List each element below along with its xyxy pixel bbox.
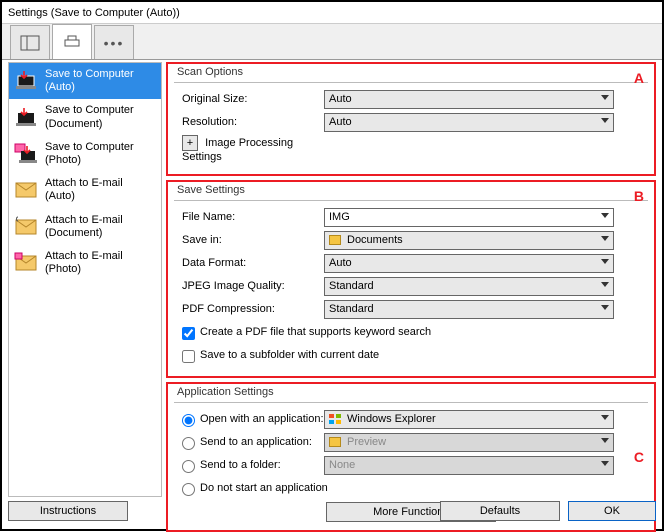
- send-to-folder-radio[interactable]: [182, 460, 195, 473]
- sidebar-item-label: Save to Computer (Document): [45, 104, 155, 130]
- tabstrip: •••: [2, 24, 662, 60]
- annotation-c: C: [634, 449, 644, 465]
- save-legend: Save Settings: [174, 184, 248, 196]
- sidebar-item-save-auto[interactable]: Save to Computer (Auto): [9, 63, 161, 99]
- dataformat-label: Data Format:: [174, 257, 324, 269]
- pdf-keyword-checkbox[interactable]: [182, 327, 195, 340]
- chevron-down-icon: [601, 282, 609, 287]
- sidebar-item-save-photo[interactable]: Save to Computer (Photo): [9, 136, 161, 172]
- laptop-down-photo-icon: [15, 144, 39, 164]
- titlebar: Settings (Save to Computer (Auto)): [2, 2, 662, 24]
- folder-icon: [329, 235, 341, 245]
- filename-label: File Name:: [174, 211, 324, 223]
- subfolder-date-label: Save to a subfolder with current date: [200, 349, 379, 361]
- sidebar-item-email-auto[interactable]: Attach to E-mail (Auto): [9, 172, 161, 208]
- image-processing-label: Image Processing Settings: [182, 137, 293, 163]
- open-with-select[interactable]: Windows Explorer: [324, 410, 614, 429]
- envelope-icon: [15, 180, 39, 200]
- do-not-start-radio[interactable]: [182, 483, 195, 496]
- sidebar-item-label: Save to Computer (Photo): [45, 141, 155, 167]
- chevron-down-icon: [601, 213, 609, 218]
- original-size-label: Original Size:: [174, 93, 324, 105]
- tab-icon-1: [21, 36, 39, 50]
- laptop-down-icon: [15, 108, 39, 128]
- send-to-app-select[interactable]: Preview: [324, 433, 614, 452]
- sidebar-item-email-doc[interactable]: Attach to E-mail (Document): [9, 209, 161, 245]
- savein-label: Save in:: [174, 234, 324, 246]
- send-to-folder-select[interactable]: None: [324, 456, 614, 475]
- chevron-down-icon: [601, 259, 609, 264]
- chevron-down-icon: [601, 305, 609, 310]
- open-with-radio[interactable]: [182, 414, 195, 427]
- chevron-down-icon: [601, 438, 609, 443]
- annotation-a: A: [634, 70, 644, 86]
- resolution-label: Resolution:: [174, 116, 324, 128]
- subfolder-date-checkbox[interactable]: [182, 350, 195, 363]
- filename-input[interactable]: IMG: [324, 208, 614, 227]
- do-not-start-label: Do not start an application: [200, 482, 328, 494]
- chevron-down-icon: [601, 118, 609, 123]
- chevron-down-icon: [601, 236, 609, 241]
- scan-legend: Scan Options: [174, 66, 246, 78]
- chevron-down-icon: [601, 461, 609, 466]
- chevron-down-icon: [601, 415, 609, 420]
- sidebar-item-email-photo[interactable]: Attach to E-mail (Photo): [9, 245, 161, 281]
- main-panel: A Scan Options Original Size: Auto Resol…: [166, 62, 656, 497]
- window-title: Settings (Save to Computer (Auto)): [8, 7, 180, 19]
- folder-icon: [329, 437, 341, 447]
- ellipsis-icon: •••: [104, 35, 125, 51]
- send-to-app-label: Send to an application:: [200, 436, 312, 448]
- printer-icon: [62, 36, 82, 48]
- sidebar-item-label: Attach to E-mail (Photo): [45, 250, 155, 276]
- footer: Instructions Defaults OK: [8, 501, 656, 523]
- ok-button[interactable]: OK: [568, 501, 656, 521]
- send-to-app-radio[interactable]: [182, 437, 195, 450]
- original-size-select[interactable]: Auto: [324, 90, 614, 109]
- tab-1[interactable]: [10, 25, 50, 59]
- dataformat-select[interactable]: Auto: [324, 254, 614, 273]
- pdf-compression-label: PDF Compression:: [174, 303, 324, 315]
- instructions-button[interactable]: Instructions: [8, 501, 128, 521]
- sidebar: Save to Computer (Auto) Save to Computer…: [8, 62, 162, 497]
- windows-icon: [329, 414, 341, 424]
- savein-select[interactable]: Documents: [324, 231, 614, 250]
- pdf-compression-select[interactable]: Standard: [324, 300, 614, 319]
- laptop-down-icon: [15, 71, 39, 91]
- app-legend: Application Settings: [174, 386, 277, 398]
- defaults-button[interactable]: Defaults: [440, 501, 560, 521]
- sidebar-item-label: Attach to E-mail (Document): [45, 214, 155, 240]
- send-to-folder-label: Send to a folder:: [200, 459, 281, 471]
- jpeg-quality-label: JPEG Image Quality:: [174, 280, 324, 292]
- sidebar-item-label: Attach to E-mail (Auto): [45, 177, 155, 203]
- jpeg-quality-select[interactable]: Standard: [324, 277, 614, 296]
- resolution-select[interactable]: Auto: [324, 113, 614, 132]
- group-save-settings: B Save Settings File Name: IMG Save in: …: [166, 180, 656, 378]
- sidebar-item-save-doc[interactable]: Save to Computer (Document): [9, 99, 161, 135]
- sidebar-item-label: Save to Computer (Auto): [45, 68, 155, 94]
- open-with-label: Open with an application:: [200, 413, 324, 425]
- chevron-down-icon: [601, 95, 609, 100]
- group-scan-options: A Scan Options Original Size: Auto Resol…: [166, 62, 656, 176]
- envelope-clip-icon: [15, 217, 39, 237]
- expand-image-processing-button[interactable]: +: [182, 135, 198, 151]
- annotation-b: B: [634, 188, 644, 204]
- envelope-photo-icon: [15, 253, 39, 273]
- tab-3[interactable]: •••: [94, 25, 134, 59]
- tab-2[interactable]: [52, 24, 92, 59]
- pdf-keyword-label: Create a PDF file that supports keyword …: [200, 326, 431, 338]
